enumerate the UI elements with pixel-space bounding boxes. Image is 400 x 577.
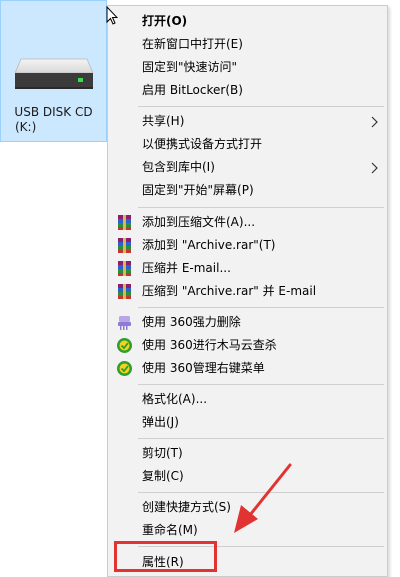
menu-item-label: 添加到 "Archive.rar"(T) <box>142 238 276 252</box>
menu-item-include-library[interactable]: 包含到库中(I) <box>108 156 387 179</box>
menu-item-label: 添加到压缩文件(A)... <box>142 215 256 229</box>
menu-item-eject[interactable]: 弹出(J) <box>108 411 387 434</box>
menu-item-open-new-window[interactable]: 在新窗口中打开(E) <box>108 33 387 56</box>
menu-item-label: 包含到库中(I) <box>142 160 215 174</box>
menu-item-compress-email[interactable]: 压缩并 E-mail... <box>108 257 387 280</box>
menu-item-label: 打开(O) <box>142 14 188 28</box>
menu-item-label: 以便携式设备方式打开 <box>142 137 263 151</box>
drive-letter: (K:) <box>15 120 37 134</box>
menu-item-360-scan[interactable]: 使用 360进行木马云查杀 <box>108 334 387 357</box>
menu-item-label: 在新窗口中打开(E) <box>142 37 243 51</box>
menu-separator <box>138 438 384 439</box>
winrar-icon <box>118 261 131 276</box>
menu-item-label: 固定到"快速访问" <box>142 60 238 74</box>
menu-item-rename[interactable]: 重命名(M) <box>108 519 387 542</box>
menu-separator <box>138 492 384 493</box>
menu-item-label: 固定到"开始"屏幕(P) <box>142 183 254 197</box>
menu-item-format[interactable]: 格式化(A)... <box>108 388 387 411</box>
drive-name: USB DISK CD <box>14 105 93 119</box>
menu-item-label: 复制(C) <box>142 469 184 483</box>
menu-item-label: 使用 360管理右键菜单 <box>142 361 265 375</box>
mouse-cursor-icon <box>106 6 118 25</box>
context-menu: 打开(O) 在新窗口中打开(E) 固定到"快速访问" 启用 BitLocker(… <box>107 5 388 577</box>
menu-item-360-delete[interactable]: 使用 360强力删除 <box>108 311 387 334</box>
menu-item-copy[interactable]: 复制(C) <box>108 465 387 488</box>
menu-item-pin-quick-access[interactable]: 固定到"快速访问" <box>108 56 387 79</box>
360-shield-icon <box>117 361 132 376</box>
menu-separator <box>138 106 384 107</box>
menu-item-open[interactable]: 打开(O) <box>108 10 387 33</box>
menu-item-add-archive[interactable]: 添加到压缩文件(A)... <box>108 211 387 234</box>
menu-item-compress-rar-email[interactable]: 压缩到 "Archive.rar" 并 E-mail <box>108 280 387 303</box>
menu-item-label: 启用 BitLocker(B) <box>142 83 243 97</box>
menu-item-label: 弹出(J) <box>142 415 179 429</box>
shredder-icon <box>118 316 131 330</box>
properties-highlight-box <box>114 541 217 572</box>
360-shield-icon <box>117 338 132 353</box>
menu-item-label: 压缩到 "Archive.rar" 并 E-mail <box>142 284 317 298</box>
menu-item-360-manage[interactable]: 使用 360管理右键菜单 <box>108 357 387 380</box>
menu-item-label: 压缩并 E-mail... <box>142 261 231 275</box>
menu-separator <box>138 207 384 208</box>
menu-item-create-shortcut[interactable]: 创建快捷方式(S) <box>108 496 387 519</box>
menu-item-label: 共享(H) <box>142 114 185 128</box>
menu-separator <box>138 307 384 308</box>
chevron-right-icon <box>371 162 378 174</box>
menu-item-bitlocker[interactable]: 启用 BitLocker(B) <box>108 79 387 102</box>
chevron-right-icon <box>371 116 378 128</box>
usb-drive-icon <box>14 51 94 99</box>
menu-item-label: 剪切(T) <box>142 446 183 460</box>
menu-item-share[interactable]: 共享(H) <box>108 110 387 133</box>
menu-separator <box>138 384 384 385</box>
menu-item-open-portable[interactable]: 以便携式设备方式打开 <box>108 133 387 156</box>
menu-item-pin-start[interactable]: 固定到"开始"屏幕(P) <box>108 179 387 202</box>
menu-item-label: 格式化(A)... <box>142 392 208 406</box>
menu-item-label: 创建快捷方式(S) <box>142 500 231 514</box>
drive-label: USB DISK CD (K:) <box>1 105 106 135</box>
menu-item-label: 重命名(M) <box>142 523 198 537</box>
menu-item-add-archive-rar[interactable]: 添加到 "Archive.rar"(T) <box>108 234 387 257</box>
winrar-icon <box>118 215 131 230</box>
menu-item-label: 使用 360强力删除 <box>142 315 241 329</box>
usb-drive-tile[interactable]: USB DISK CD (K:) <box>0 0 107 142</box>
winrar-icon <box>118 284 131 299</box>
winrar-icon <box>118 238 131 253</box>
menu-item-label: 使用 360进行木马云查杀 <box>142 338 277 352</box>
menu-item-cut[interactable]: 剪切(T) <box>108 442 387 465</box>
